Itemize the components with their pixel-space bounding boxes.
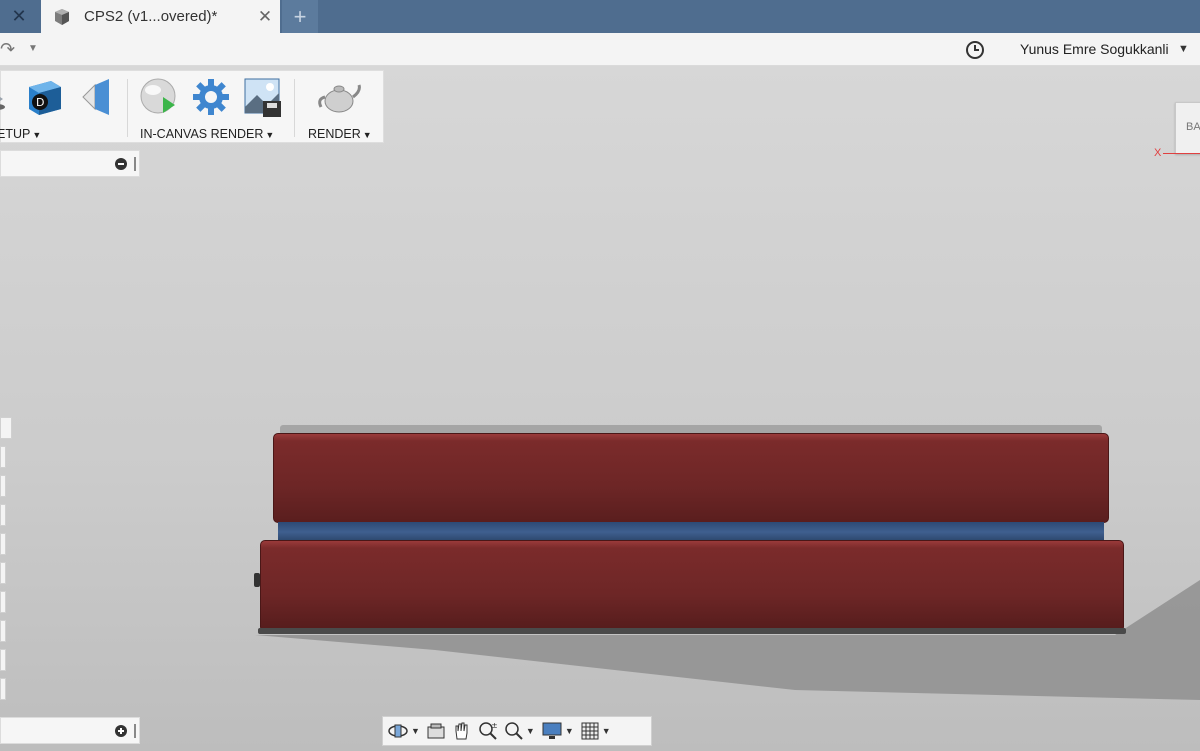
redo-dropdown-icon[interactable]: ▼ bbox=[28, 43, 38, 54]
panel-handle[interactable] bbox=[0, 475, 6, 497]
in-canvas-render-play-icon[interactable] bbox=[139, 77, 179, 117]
in-canvas-render-group-label[interactable]: IN-CANVAS RENDER ▼ bbox=[140, 127, 274, 141]
setup-label-text: ETUP bbox=[0, 127, 31, 141]
tab-close-icon[interactable]: ✕ bbox=[250, 7, 280, 27]
scene-settings-icon[interactable] bbox=[0, 77, 13, 117]
panel-handle[interactable] bbox=[0, 620, 6, 642]
svg-text:D: D bbox=[36, 96, 44, 109]
view-cube-face-label: BA bbox=[1186, 121, 1200, 133]
model-seal-gasket[interactable] bbox=[278, 522, 1104, 542]
tab-document[interactable]: CPS2 (v1...overed)* ✕ bbox=[41, 0, 280, 33]
display-settings-icon bbox=[542, 722, 562, 739]
chevron-down-icon: ▼ bbox=[32, 130, 42, 140]
in-canvas-render-label-text: IN-CANVAS RENDER bbox=[140, 127, 264, 141]
fit-zoom-icon bbox=[505, 722, 523, 740]
model-top-body[interactable] bbox=[273, 433, 1109, 523]
collapse-minus-icon[interactable] bbox=[115, 158, 127, 170]
panel-grip-icon[interactable] bbox=[134, 157, 136, 171]
look-at-icon bbox=[427, 723, 445, 739]
render-label-text: RENDER bbox=[308, 127, 361, 141]
x-axis-label: X bbox=[1154, 147, 1162, 159]
left-panel-handles bbox=[0, 417, 12, 707]
new-tab-button[interactable]: + bbox=[282, 0, 318, 33]
display-settings-button[interactable]: ▼ bbox=[541, 721, 574, 741]
render-teapot-icon[interactable] bbox=[317, 77, 361, 117]
toolbar-divider bbox=[294, 79, 295, 137]
render-settings-gear-icon[interactable] bbox=[191, 77, 231, 117]
look-at-button[interactable] bbox=[426, 721, 446, 741]
app-header: ↷ ▼ Yunus Emre Sogukkanli ▼ bbox=[0, 33, 1200, 66]
orbit-button[interactable]: ▼ bbox=[387, 721, 420, 741]
fit-button[interactable]: ▼ bbox=[504, 721, 535, 741]
orbit-icon bbox=[388, 724, 408, 738]
chevron-down-icon: ▼ bbox=[564, 726, 574, 736]
user-name[interactable]: Yunus Emre Sogukkanli bbox=[1020, 41, 1169, 57]
render-group-label[interactable]: RENDER ▼ bbox=[308, 127, 372, 141]
setup-group-label[interactable]: ETUP ▼ bbox=[0, 127, 41, 141]
chevron-down-icon: ▼ bbox=[525, 726, 535, 736]
panel-grip-icon[interactable] bbox=[134, 724, 136, 738]
chevron-down-icon: ▼ bbox=[362, 130, 372, 140]
render-toolbar: D ETUP ▼ IN-CANVAS RENDER ▼ RENDER ▼ bbox=[0, 70, 384, 143]
comments-panel-header bbox=[0, 717, 140, 744]
tab-title: CPS2 (v1...overed)* bbox=[84, 8, 218, 25]
panel-handle[interactable] bbox=[0, 417, 12, 439]
svg-text:±: ± bbox=[491, 721, 498, 730]
document-cube-icon bbox=[55, 8, 69, 25]
tab-bar: ✕ CPS2 (v1...overed)* ✕ + bbox=[0, 0, 1200, 33]
chevron-down-icon: ▼ bbox=[601, 726, 611, 736]
expand-plus-icon[interactable] bbox=[115, 725, 127, 737]
job-status-clock-icon[interactable] bbox=[965, 40, 985, 60]
grid-settings-button[interactable]: ▼ bbox=[580, 721, 611, 741]
view-cube[interactable]: BA bbox=[1175, 102, 1200, 154]
grid-icon bbox=[581, 722, 599, 740]
redo-icon[interactable]: ↷ bbox=[0, 39, 15, 60]
zoom-icon: ± bbox=[479, 721, 498, 740]
panel-handle[interactable] bbox=[0, 649, 6, 671]
model-bottom-body[interactable] bbox=[260, 540, 1124, 632]
panel-handle[interactable] bbox=[0, 678, 6, 700]
pan-hand-icon bbox=[455, 722, 468, 740]
zoom-button[interactable]: ± bbox=[478, 721, 498, 741]
close-tab-icon[interactable]: ✕ bbox=[0, 0, 38, 33]
panel-handle[interactable] bbox=[0, 533, 6, 555]
panel-handle[interactable] bbox=[0, 504, 6, 526]
browser-panel-header bbox=[0, 150, 140, 177]
x-axis-line bbox=[1163, 153, 1200, 154]
capture-image-icon[interactable] bbox=[243, 77, 283, 117]
panel-handle[interactable] bbox=[0, 591, 6, 613]
toolbar-divider bbox=[127, 79, 128, 137]
panel-handle[interactable] bbox=[0, 446, 6, 468]
panel-handle[interactable] bbox=[0, 562, 6, 584]
model-base-edge bbox=[258, 628, 1126, 634]
navigation-bar: ▼ ± ▼ ▼ ▼ bbox=[382, 716, 652, 746]
texture-map-icon[interactable] bbox=[79, 77, 115, 117]
chevron-down-icon: ▼ bbox=[411, 726, 420, 736]
chevron-down-icon: ▼ bbox=[265, 130, 275, 140]
pan-button[interactable] bbox=[452, 721, 472, 741]
model-side-port bbox=[254, 573, 260, 587]
user-menu-chevron-icon[interactable]: ▼ bbox=[1178, 43, 1189, 55]
decal-cube-icon[interactable]: D bbox=[25, 77, 65, 117]
